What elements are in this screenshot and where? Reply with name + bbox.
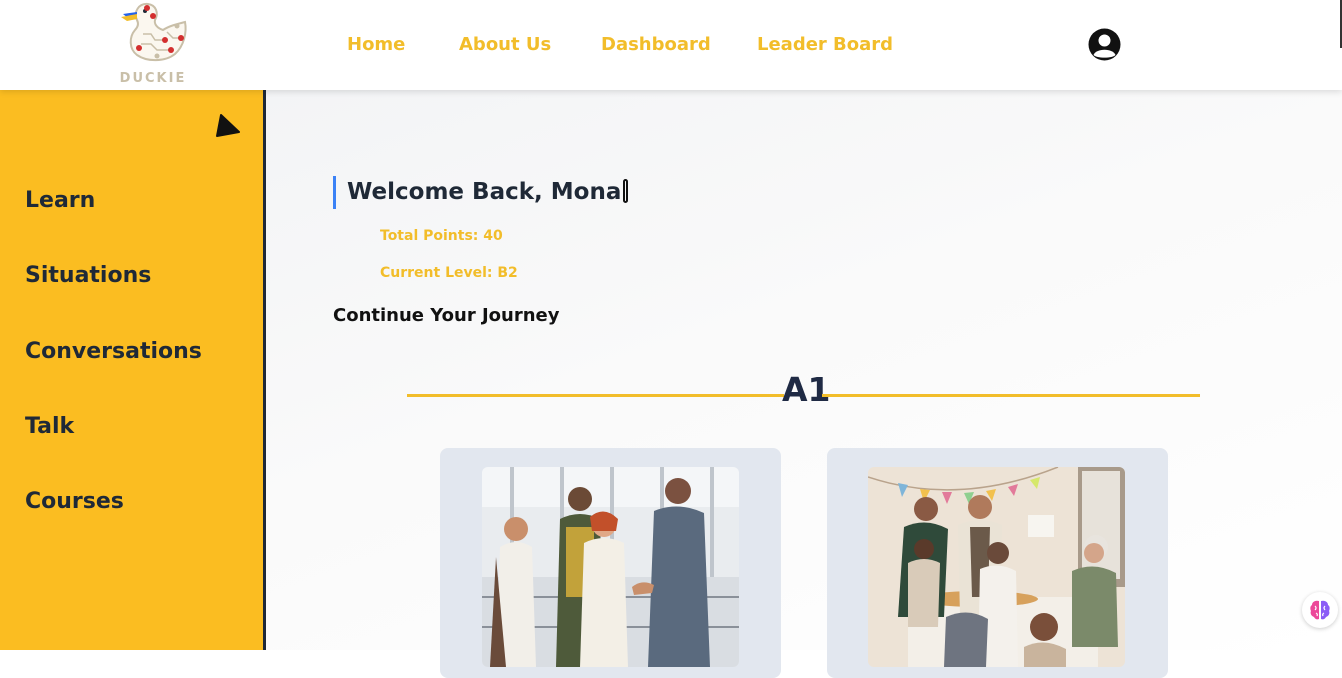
text-cursor-icon — [623, 179, 629, 203]
sidebar-item-learn[interactable]: Learn — [25, 188, 95, 213]
nav-home[interactable]: Home — [347, 34, 405, 55]
continue-journey-heading: Continue Your Journey — [333, 305, 560, 326]
sidebar-item-situations[interactable]: Situations — [25, 263, 151, 288]
level-title: A1 — [782, 370, 831, 409]
current-level: Current Level: B2 — [380, 265, 518, 281]
nav-dashboard[interactable]: Dashboard — [601, 34, 711, 55]
sidebar-item-conversations[interactable]: Conversations — [25, 339, 202, 364]
brain-icon[interactable] — [1302, 592, 1338, 628]
nav-leader-board[interactable]: Leader Board — [757, 34, 893, 55]
course-card-1[interactable] — [440, 448, 781, 678]
duck-logo-icon — [121, 2, 187, 62]
level-divider-left — [407, 394, 784, 397]
welcome-text: Welcome Back, Mona — [347, 179, 622, 205]
logo-text: DUCKIE — [119, 71, 187, 86]
nav-about-us[interactable]: About Us — [459, 34, 551, 55]
sidebar-item-talk[interactable]: Talk — [25, 414, 74, 439]
group-greeting-photo — [482, 467, 739, 667]
course-card-2[interactable] — [827, 448, 1168, 678]
total-points: Total Points: 40 — [380, 228, 503, 244]
level-divider-right — [822, 394, 1200, 397]
top-header: DUCKIE Home About Us Dashboard Leader Bo… — [0, 0, 1342, 90]
dinner-party-photo — [868, 467, 1125, 667]
main-content: Welcome Back, Mona Total Points: 40 Curr… — [266, 90, 1342, 678]
user-circle-icon[interactable] — [1088, 28, 1121, 61]
duckie-logo[interactable]: DUCKIE — [113, 0, 193, 90]
sidebar-item-courses[interactable]: Courses — [25, 489, 124, 514]
triangle-collapse-icon[interactable] — [213, 112, 241, 138]
welcome-heading: Welcome Back, Mona — [333, 176, 629, 209]
sidebar: Learn Situations Conversations Talk Cour… — [0, 90, 266, 650]
